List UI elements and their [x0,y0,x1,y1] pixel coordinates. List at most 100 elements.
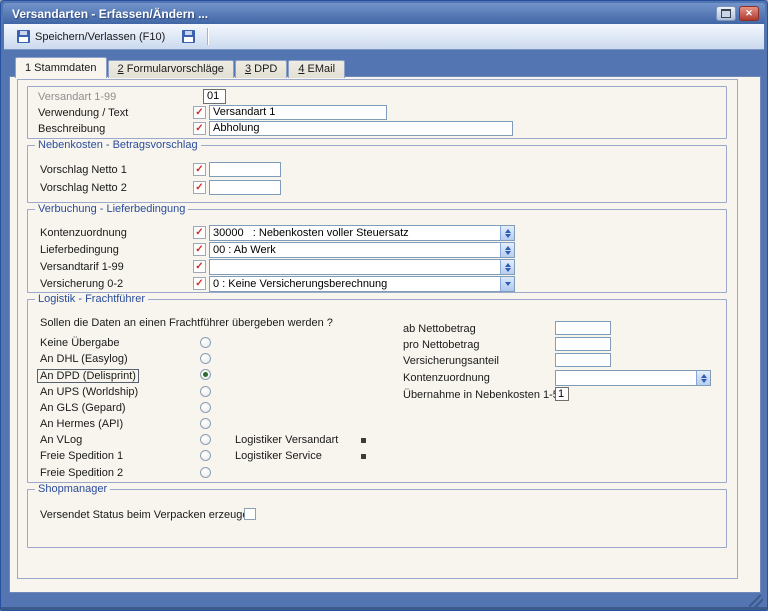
radio-label-dhl: An DHL (Easylog) [40,353,128,365]
group-legend: Nebenkosten - Betragsvorschlag [35,139,201,151]
radio-vlog[interactable] [200,434,211,445]
radio-spedition1[interactable] [200,450,211,461]
radio-ups[interactable] [200,386,211,397]
combo-value: 0 : Keine Versicherungsberechnung [213,278,387,290]
frachtfuehrer-question: Sollen die Daten an einen Frachtführer ü… [40,317,333,329]
beschreibung-label: Beschreibung [38,123,105,135]
versicherungsanteil-label: Versicherungsanteil [403,355,499,367]
updown-icon[interactable] [696,371,710,385]
versicherung-combo[interactable]: 0 : Keine Versicherungsberechnung [209,276,515,292]
window-controls: ✕ [716,6,759,21]
group-nebenkosten: Nebenkosten - Betragsvorschlag Vorschlag… [27,145,727,203]
tab-label: Formularvorschläge [124,63,224,75]
edit-check-icon[interactable] [193,181,206,194]
close-icon: ✕ [745,9,753,18]
vorschlag2-label: Vorschlag Netto 2 [40,182,127,194]
versicherung-label: Versicherung 0-2 [40,278,123,290]
edit-check-icon[interactable] [193,260,206,273]
restore-icon [721,9,731,18]
group-stammdaten: Versandart 1-99 01 Verwendung / Text Ver… [27,86,727,139]
radio-label-vlog: An VLog [40,434,82,446]
logistiker-service-label: Logistiker Service [235,450,322,462]
vorschlag1-label: Vorschlag Netto 1 [40,164,127,176]
versendet-status-label: Versendet Status beim Verpacken erzeugen [40,509,255,521]
chevron-down-icon[interactable] [500,277,514,291]
radio-label-hermes: An Hermes (API) [40,418,123,430]
updown-icon[interactable] [500,243,514,257]
radio-label-keine-uebergabe: Keine Übergabe [40,337,120,349]
resize-grip[interactable] [749,595,763,607]
uebernahme-field[interactable]: 1 [555,387,569,401]
uebernahme-label: Übernahme in Nebenkosten 1-5 [403,389,559,401]
radio-gls[interactable] [200,402,211,413]
group-legend: Logistik - Frachtführer [35,293,148,305]
edit-check-icon[interactable] [193,122,206,135]
tab-page-stammdaten: Versandart 1-99 01 Verwendung / Text Ver… [9,76,761,593]
combo-value: 00 : Ab Werk [213,244,276,256]
logistik-kontenzuordnung-label: Kontenzuordnung [403,372,490,384]
save-button[interactable] [178,27,199,46]
pro-netto-label: pro Nettobetrag [403,339,479,351]
toolbar-separator [207,28,209,45]
ab-netto-field[interactable] [555,321,611,335]
vorschlag1-field[interactable] [209,162,281,177]
radio-label-dpd: An DPD (Delisprint) [37,369,139,383]
group-legend: Verbuchung - Lieferbedingung [35,203,188,215]
tab-dpd[interactable]: 3 DPD [235,60,287,78]
group-legend: Shopmanager [35,483,110,495]
edit-check-icon[interactable] [193,163,206,176]
save-exit-button[interactable]: Speichern/Verlassen (F10) [13,27,169,46]
window-bottom-edge [1,607,767,610]
verwendung-label: Verwendung / Text [38,107,128,119]
radio-label-ups: An UPS (Worldship) [40,386,138,398]
app-window: Versandarten - Erfassen/Ändern ... ✕ Spe… [0,0,768,611]
updown-icon[interactable] [500,226,514,240]
edit-check-icon[interactable] [193,243,206,256]
versandtarif-label: Versandtarif 1-99 [40,261,124,273]
tab-label: Stammdaten [31,62,96,74]
edit-check-icon[interactable] [193,277,206,290]
tab-label: EMail [304,63,335,75]
tab-label: DPD [251,63,277,75]
verwendung-field[interactable]: Versandart 1 [209,105,387,120]
tab-formularvorschlaege[interactable]: 2 Formularvorschläge [108,60,234,78]
versendet-status-checkbox[interactable] [244,508,256,520]
kontenzuordnung-label: Kontenzuordnung [40,227,127,239]
versandart-label: Versandart 1-99 [38,91,116,103]
save-icon [17,30,30,43]
versandtarif-combo[interactable] [209,259,515,275]
logistiker-versandart-label: Logistiker Versandart [235,434,338,446]
group-verbuchung: Verbuchung - Lieferbedingung Kontenzuord… [27,209,727,293]
radio-label-gls: An GLS (Gepard) [40,402,126,414]
close-button[interactable]: ✕ [739,6,759,21]
radio-spedition2[interactable] [200,467,211,478]
tab-stammdaten[interactable]: 1 Stammdaten [15,57,107,78]
radio-keine-uebergabe[interactable] [200,337,211,348]
restore-button[interactable] [716,6,736,21]
edit-check-icon[interactable] [193,226,206,239]
lieferbedingung-combo[interactable]: 00 : Ab Werk [209,242,515,258]
logistiker-versandart-indicator [361,438,366,443]
tabstrip: 1 Stammdaten 2 Formularvorschläge 3 DPD … [15,57,346,78]
updown-icon[interactable] [500,260,514,274]
beschreibung-field[interactable]: Abholung [209,121,513,136]
titlebar: Versandarten - Erfassen/Ändern ... ✕ [3,3,765,24]
radio-label-spedition1: Freie Spedition 1 [40,450,123,462]
tab-email[interactable]: 4 EMail [288,60,345,78]
radio-dhl[interactable] [200,353,211,364]
group-shopmanager: Shopmanager Versendet Status beim Verpac… [27,489,727,548]
save-icon [182,30,195,43]
radio-hermes[interactable] [200,418,211,429]
logistik-kontenzuordnung-combo[interactable] [555,370,711,386]
kontenzuordnung-combo[interactable]: 30000 : Nebenkosten voller Steuersatz [209,225,515,241]
window-title: Versandarten - Erfassen/Ändern ... [3,7,208,21]
edit-check-icon[interactable] [193,106,206,119]
pro-netto-field[interactable] [555,337,611,351]
versicherungsanteil-field[interactable] [555,353,611,367]
vorschlag2-field[interactable] [209,180,281,195]
radio-label-spedition2: Freie Spedition 2 [40,467,123,479]
logistiker-service-indicator [361,454,366,459]
versandart-field: 01 [203,89,226,104]
combo-value: 30000 : Nebenkosten voller Steuersatz [213,227,409,239]
radio-dpd-selected[interactable] [200,369,211,380]
